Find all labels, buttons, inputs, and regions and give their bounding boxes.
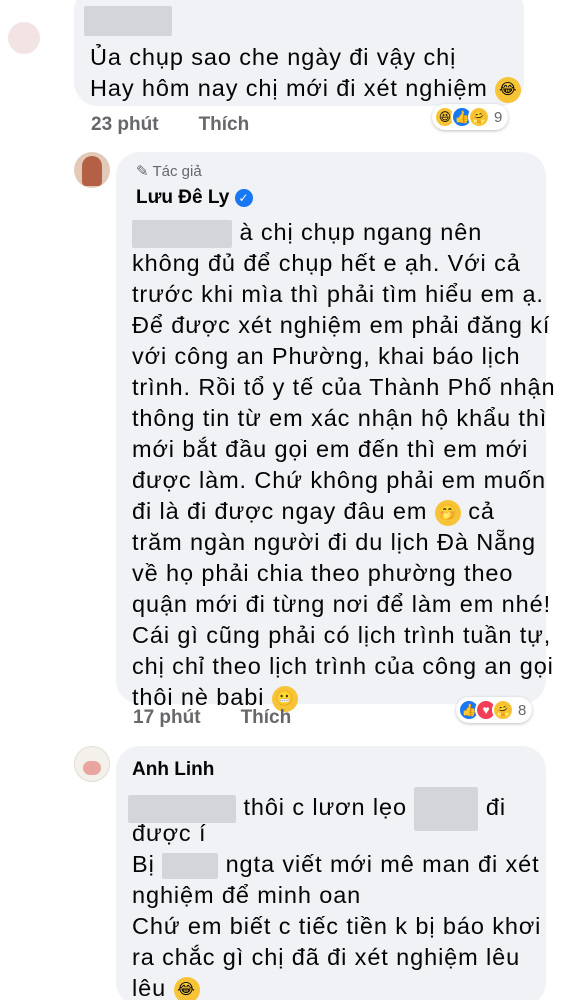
comment-text: ngta viết mới mê man đi xét [225,851,540,877]
comment-text-line: mới bắt đầu gọi em đến thì em mới [132,436,529,462]
reaction-count: 9 [494,108,503,126]
laughing-emoji-icon: 😂 [173,976,200,1000]
comment-meta: 23 phút Thích [91,114,249,136]
comment-text-line: với công an Phường, khai báo lịch [132,343,521,369]
comment-text-line: được làm. Chứ không phải em muốn [132,467,546,493]
comment-text-line: lêu 😂 [132,974,200,1000]
comment-text: à chị chụp ngang nên [239,219,483,245]
like-link[interactable]: Thích [199,114,250,136]
comment-text: đi [485,794,506,821]
comment-text-line: Hay hôm nay chị mới đi xét nghiệm 😂 [90,74,522,103]
author-name[interactable]: Lưu Đê Ly ✓ [136,186,253,210]
comment-text-line: chị chỉ theo lịch trình của công an gọi [132,653,554,679]
comment-text-line: ra chắc gì chị đã đi xét nghiệm lêu [132,944,521,970]
avatar[interactable] [8,22,40,54]
comment-text-line: Để được xét nghiệm em phải đăng kí [132,312,551,338]
comment-text-line: Bị ngta viết mới mê man đi xét [132,850,540,879]
comment-text: đi là đi được ngay đâu em [132,498,428,524]
comment-time[interactable]: 23 phút [91,114,159,136]
author-badge-label: Tác giả [152,163,202,180]
comment-text-line: Ủa chụp sao che ngày đi vậy chị [90,44,457,70]
comment-text-line: nghiệm để minh oan [132,882,362,908]
comment-text: lêu [132,975,167,1000]
care-icon: 🤗 [468,106,490,128]
like-link[interactable]: Thích [241,707,292,729]
comment-text: Hay hôm nay chị mới đi xét nghiệm [90,75,488,101]
comment-text-line: à chị chụp ngang nên [132,218,482,248]
comment-text-line: được í [132,820,207,846]
care-icon: 🤗 [492,699,514,721]
reaction-summary[interactable]: 😆 👍 🤗 9 [432,104,509,130]
comment-bubble: ✎ Tác giả Lưu Đê Ly ✓ à chị chụp ngang n… [116,152,555,712]
hand-over-mouth-emoji-icon: 🤭 [434,499,461,526]
laughing-emoji-icon: 😂 [495,76,522,103]
avatar[interactable] [74,746,110,782]
comment-time[interactable]: 17 phút [133,707,201,729]
reaction-count: 8 [518,701,527,719]
comment-text-line: trình. Rồi tổ y tế của Thành Phố nhận [132,374,556,400]
comment-text: thôi c lươn lẹo [243,794,407,821]
redacted-name [132,219,232,248]
comment-text-line: đi là đi được ngay đâu em 🤭 cả [132,497,495,526]
author-name[interactable]: Anh Linh [132,758,214,782]
comment-text-line: trước khi mìa thì phải tìm hiểu em ạ. [132,281,544,307]
author-badge: ✎ Tác giả [136,162,202,180]
comment-text-line: trăm ngàn người đi du lịch Đà Nẵng [132,529,536,555]
comment-text-line: quận mới đi từng nơi để làm em nhé! [132,591,551,617]
comment-text-line: về họ phải chia theo phường theo [132,560,514,586]
avatar-image [83,761,101,775]
redacted-name [84,6,172,36]
comment-bubble: Ủa chụp sao che ngày đi vậy chị Hay hôm … [74,0,524,106]
avatar[interactable] [74,152,110,188]
redacted-text [162,852,219,879]
comment-text-line: không đủ để chụp hết e ạh. Với cả [132,250,521,276]
comment-text: cả [468,498,495,524]
reaction-summary[interactable]: 👍 ♥ 🤗 8 [456,697,533,723]
redacted-text [414,787,479,831]
comment-meta: 17 phút Thích [133,707,291,729]
comment-text-line: Chứ em biết c tiếc tiền k bị báo khơi [132,913,542,939]
author-name-text[interactable]: Lưu Đê Ly [136,187,229,208]
verified-badge-icon: ✓ [234,188,253,207]
comment-text-line: thông tin từ em xác nhận hộ khẩu thì [132,405,548,431]
avatar-image [82,156,102,186]
comment-bubble: Anh Linh thôi c lươn lẹo đi được í Bị ng… [116,746,546,1000]
pencil-icon: ✎ [136,163,149,180]
comment-text-line: Cái gì cũng phải có lịch trình tuần tự, [132,622,552,648]
comment-text: Bị [132,851,155,877]
